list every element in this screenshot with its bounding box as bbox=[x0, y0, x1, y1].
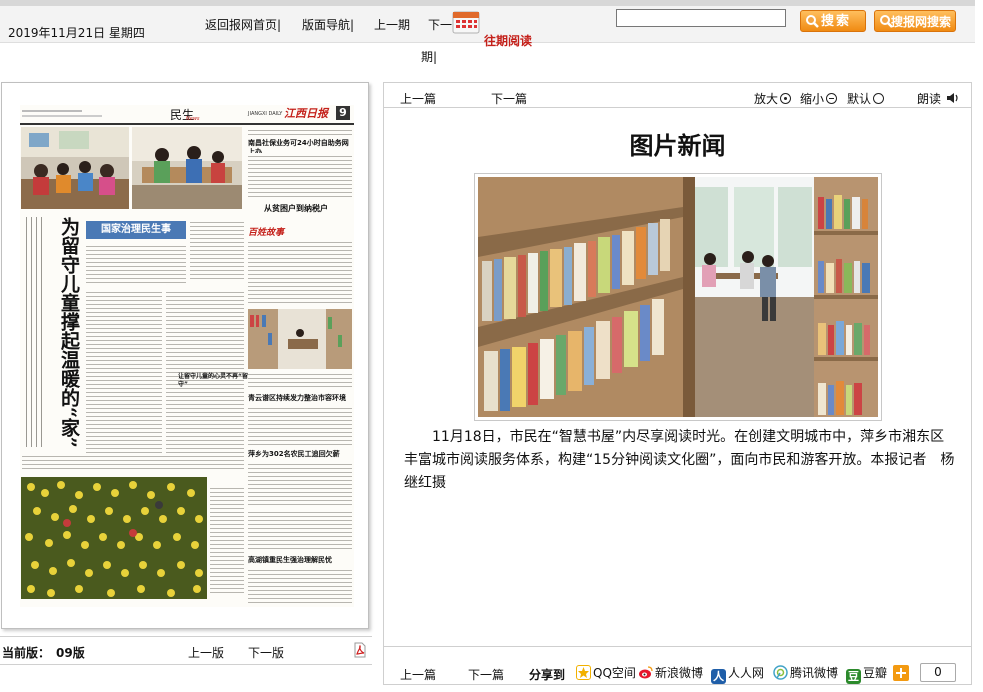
share-more-plus-icon[interactable] bbox=[893, 665, 909, 681]
next-version-link[interactable]: 下一版 bbox=[248, 644, 284, 661]
zoom-default-icon bbox=[873, 93, 885, 104]
divider bbox=[0, 664, 372, 665]
vertical-subheadline bbox=[22, 217, 42, 447]
zoom-out-icon bbox=[826, 93, 838, 104]
read-aloud-button[interactable]: 朗读 bbox=[917, 90, 960, 107]
article-prev-link[interactable]: 上一篇 bbox=[400, 90, 436, 107]
side-quote: 让留守儿童的心灵不再“留守” bbox=[178, 373, 248, 388]
zoom-in-icon bbox=[780, 93, 792, 104]
share-tencent-weibo[interactable]: 腾讯微博 bbox=[773, 664, 838, 681]
site-search-button[interactable]: 搜报网搜索 bbox=[874, 10, 956, 32]
share-qzone[interactable]: QQ空间 bbox=[576, 664, 636, 681]
newspaper-page-thumbnail[interactable]: 民生 News JIANGXI DAILY 江西日报 9 南昌社保业务可24小时… bbox=[20, 105, 354, 607]
zoom-in-button[interactable]: 放大 bbox=[754, 90, 792, 107]
magnifier-icon bbox=[806, 15, 819, 28]
divider bbox=[0, 636, 372, 637]
photo-caption: 11月18日，市民在“智慧书屋”内尽享阅读时光。在创建文明城市中，萍乡市湘东区丰… bbox=[404, 429, 955, 491]
zoom-default-button[interactable]: 默认 bbox=[847, 90, 885, 107]
sina-weibo-icon bbox=[638, 665, 653, 680]
pdf-icon[interactable] bbox=[352, 642, 368, 658]
divider bbox=[384, 107, 971, 108]
article-next-link[interactable]: 下一篇 bbox=[491, 90, 527, 107]
classroom-photo bbox=[21, 127, 129, 209]
share-label: 分享到 bbox=[529, 668, 566, 682]
section-name-en: News bbox=[186, 116, 200, 122]
speaker-icon bbox=[946, 93, 958, 103]
reading-room-photo[interactable] bbox=[478, 177, 878, 417]
article-title: 图片新闻 bbox=[629, 132, 726, 160]
tencent-weibo-icon bbox=[773, 665, 788, 680]
nav-layout-link[interactable]: 版面导航| bbox=[302, 16, 354, 33]
search-button[interactable]: 搜索 bbox=[800, 10, 866, 32]
share-renren[interactable]: 人人人网 bbox=[711, 664, 764, 684]
site-search-button-label: 搜报网搜索 bbox=[891, 15, 952, 29]
current-version-label: 当前版： bbox=[2, 646, 51, 660]
masthead-en: JIANGXI DAILY bbox=[248, 111, 283, 117]
sub-headline-2: 从贫困户到纳税户 bbox=[264, 204, 328, 213]
divider bbox=[384, 646, 971, 647]
prev-version-link[interactable]: 上一版 bbox=[188, 644, 224, 661]
page-number: 9 bbox=[336, 106, 350, 120]
qzone-icon bbox=[576, 665, 591, 680]
footer-next-link[interactable]: 下一篇 bbox=[468, 666, 504, 683]
nav-home-link[interactable]: 返回报网首页| bbox=[205, 16, 281, 33]
issue-date: 2019年11月21日 星期四 bbox=[8, 26, 145, 40]
zoom-out-button[interactable]: 缩小 bbox=[800, 90, 838, 107]
search-button-label: 搜索 bbox=[821, 14, 852, 29]
story-column-logo: 百姓故事 bbox=[248, 228, 285, 238]
nav-next-issue-link[interactable]: 下一 bbox=[428, 16, 452, 33]
share-sina-weibo[interactable]: 新浪微博 bbox=[638, 664, 703, 681]
calendar-icon[interactable] bbox=[452, 10, 480, 34]
search-input[interactable] bbox=[616, 9, 786, 27]
nav-prev-issue-link[interactable]: 上一期 bbox=[374, 16, 410, 33]
class-activity-photo bbox=[132, 127, 242, 209]
masthead-logo: 江西日报 bbox=[284, 107, 328, 120]
current-version-value: 09版 bbox=[56, 646, 85, 660]
column-banner: 国家治理民生事 bbox=[86, 221, 186, 239]
vertical-headline: 为留守儿童撑起温暖的“家” bbox=[58, 217, 80, 448]
past-reading-link[interactable]: 往期阅读 bbox=[484, 32, 532, 49]
share-douban[interactable]: 豆豆瓣 bbox=[846, 664, 887, 684]
sub-headline-5: 高湖镇重民生强治理解民忧 bbox=[248, 556, 332, 564]
library-thumb-photo bbox=[248, 309, 352, 369]
sub-headline-3: 青云谱区持续发力整治市容环境 bbox=[248, 394, 346, 402]
douban-icon: 豆 bbox=[846, 669, 861, 684]
renren-icon: 人 bbox=[711, 669, 726, 684]
nav-next-issue-link-cont[interactable]: 期| bbox=[421, 48, 437, 65]
footer-prev-link[interactable]: 上一篇 bbox=[400, 666, 436, 683]
share-count: 0 bbox=[920, 663, 956, 682]
flower-field-photo bbox=[21, 477, 207, 599]
newspaper-header: 民生 News JIANGXI DAILY 江西日报 9 bbox=[20, 105, 354, 125]
sub-headline-4: 萍乡为302名农民工追回欠薪 bbox=[248, 450, 340, 458]
